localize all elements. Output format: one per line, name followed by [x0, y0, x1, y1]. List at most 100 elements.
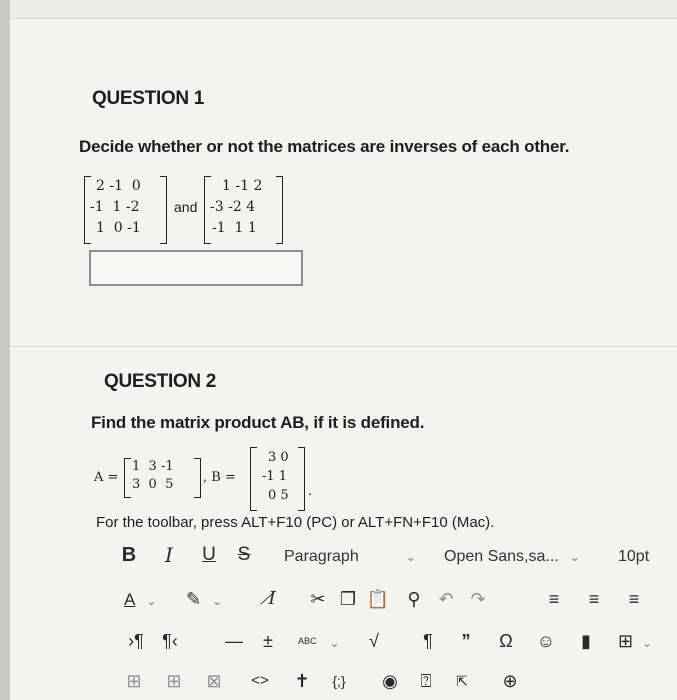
clear-formatting-button[interactable]: I̸: [260, 584, 284, 614]
spellcheck-icon: ABC: [298, 636, 317, 646]
paragraph-format-value: Paragraph: [284, 548, 359, 565]
right-bracket: [194, 458, 201, 498]
toolbar-hint: For the toolbar, press ALT+F10 (PC) or A…: [96, 514, 495, 531]
question-1-title: QUESTION 1: [92, 88, 205, 109]
special-character-button[interactable]: Ω: [494, 626, 518, 656]
toolbar-row-4: ⊞ ⊞ ⊠ <> ✝ {;} ◉ ⍰ ⇱ ⊕: [98, 666, 668, 700]
font-color-button[interactable]: A ⌄: [124, 584, 164, 614]
source-code-button[interactable]: <>: [248, 666, 272, 696]
table-button[interactable]: ⊞ ⌄: [618, 626, 662, 656]
strikethrough-button[interactable]: S: [232, 540, 256, 570]
table-insert-row-button[interactable]: ⊞: [122, 666, 146, 696]
blockquote-button[interactable]: ”: [454, 626, 478, 656]
redo-button[interactable]: ↷: [466, 584, 490, 614]
toolbar-row-1: B I U S Paragraph ⌄ Open Sans,sa... ⌄ 10…: [98, 540, 668, 574]
matrix-row: 1 -1 2: [222, 178, 263, 194]
bold-button[interactable]: B: [118, 540, 140, 570]
plus-circle-icon: ⊕: [502, 671, 518, 691]
align-right-icon: ≡: [628, 589, 640, 609]
chevron-down-icon: ⌄: [212, 594, 223, 608]
font-size-select[interactable]: 10pt: [618, 540, 658, 570]
eye-icon: ◉: [382, 671, 398, 691]
highlight-color-button[interactable]: ✎ ⌄: [186, 584, 228, 614]
horizontal-line-button[interactable]: —: [222, 626, 246, 656]
matrix-a-label: A =: [94, 470, 119, 485]
copy-button[interactable]: ❐: [336, 584, 360, 614]
question-1-prompt: Decide whether or not the matrices are i…: [79, 137, 570, 156]
redo-icon: ↷: [470, 589, 486, 609]
right-bracket: [276, 176, 283, 244]
question-2-title: QUESTION 2: [104, 371, 217, 392]
show-blocks-button[interactable]: ¶: [416, 626, 440, 656]
plus-minus-icon: ±: [263, 631, 273, 651]
align-center-icon: ≡: [588, 589, 600, 609]
code-sample-button[interactable]: {;}: [324, 666, 354, 696]
undo-icon: ↶: [438, 589, 454, 609]
accessibility-icon: ✝: [294, 671, 310, 691]
paragraph-format-select[interactable]: Paragraph ⌄: [284, 540, 424, 570]
preview-button[interactable]: ◉: [378, 666, 402, 696]
omega-icon: Ω: [499, 631, 513, 651]
table-delete-button[interactable]: ⊠: [202, 666, 226, 696]
highlighter-icon: ✎: [186, 589, 202, 609]
table-row-icon: ⊞: [126, 671, 142, 691]
align-right-button[interactable]: ≡: [622, 584, 646, 614]
bookmark-icon: ▮: [581, 631, 591, 651]
matrix-row: 1 0 -1: [96, 220, 141, 236]
cut-button[interactable]: ✂: [306, 584, 330, 614]
matrix-period: .: [308, 484, 313, 499]
left-bracket: [124, 458, 131, 498]
emoticons-button[interactable]: ☺: [534, 626, 558, 656]
toolbar-row-2: A ⌄ ✎ ⌄ I̸ ✂ ❐ 📋 ⚲ ↶ ↷ ≡ ≡ ≡: [98, 584, 668, 618]
matrix-row: 1 3 -1: [132, 459, 174, 474]
clear-format-icon: I̸: [268, 588, 276, 609]
matrix-row: -1 1 -2: [90, 199, 140, 215]
align-left-button[interactable]: ≡: [542, 584, 566, 614]
assessment-page: QUESTION 1 Decide whether or not the mat…: [10, 0, 677, 700]
right-bracket: [160, 176, 167, 244]
horizontal-line-icon: —: [225, 631, 243, 651]
add-content-button[interactable]: ⊕: [498, 666, 522, 696]
undo-button[interactable]: ↶: [434, 584, 458, 614]
search-icon: ⚲: [407, 589, 421, 609]
chevron-down-icon: ⌄: [329, 636, 340, 650]
bookmark-button[interactable]: ▮: [574, 626, 598, 656]
paste-button[interactable]: 📋: [366, 584, 390, 614]
italic-button[interactable]: I: [158, 540, 180, 570]
square-root-icon: √: [369, 631, 379, 651]
question-separator: [10, 346, 677, 347]
accessibility-button[interactable]: ✝: [290, 666, 314, 696]
spellcheck-button[interactable]: ABC ⌄: [298, 626, 342, 656]
editor-toolbar: B I U S Paragraph ⌄ Open Sans,sa... ⌄ 10…: [98, 536, 668, 700]
braces-icon: {;}: [332, 673, 346, 689]
font-family-select[interactable]: Open Sans,sa... ⌄: [444, 540, 592, 570]
rtl-button[interactable]: ¶‹: [158, 626, 182, 656]
font-color-icon: A: [124, 590, 136, 609]
fullscreen-button[interactable]: ⇱: [450, 666, 474, 696]
scissors-icon: ✂: [310, 589, 326, 609]
align-center-button[interactable]: ≡: [582, 584, 606, 614]
table-insert-column-button[interactable]: ⊞: [162, 666, 186, 696]
code-icon: <>: [251, 672, 269, 689]
equation-button[interactable]: √: [362, 626, 386, 656]
and-connector: and: [174, 199, 198, 215]
matrix-row: -1 1 1: [212, 220, 257, 236]
underline-button[interactable]: U: [198, 540, 220, 570]
font-family-value: Open Sans,sa...: [444, 548, 559, 565]
table-icon: ⊞: [618, 631, 634, 651]
matrix-b-label: , B =: [203, 470, 236, 485]
help-button[interactable]: ⍰: [414, 666, 438, 696]
pilcrow-icon: ¶: [423, 631, 433, 651]
left-bracket: [250, 447, 257, 511]
table-column-icon: ⊞: [166, 671, 182, 691]
ltr-button[interactable]: ›¶: [124, 626, 148, 656]
table-delete-icon: ⊠: [206, 671, 222, 691]
question-1-answer-input[interactable]: [89, 250, 303, 286]
ltr-icon: ›¶: [128, 631, 144, 651]
matrix-row: -1 1: [262, 469, 288, 484]
chevron-down-icon: ⌄: [642, 636, 653, 650]
find-button[interactable]: ⚲: [402, 584, 426, 614]
font-size-value: 10pt: [618, 548, 650, 565]
plus-minus-button[interactable]: ±: [256, 626, 280, 656]
matrix-row: 2 -1 0: [96, 178, 141, 194]
